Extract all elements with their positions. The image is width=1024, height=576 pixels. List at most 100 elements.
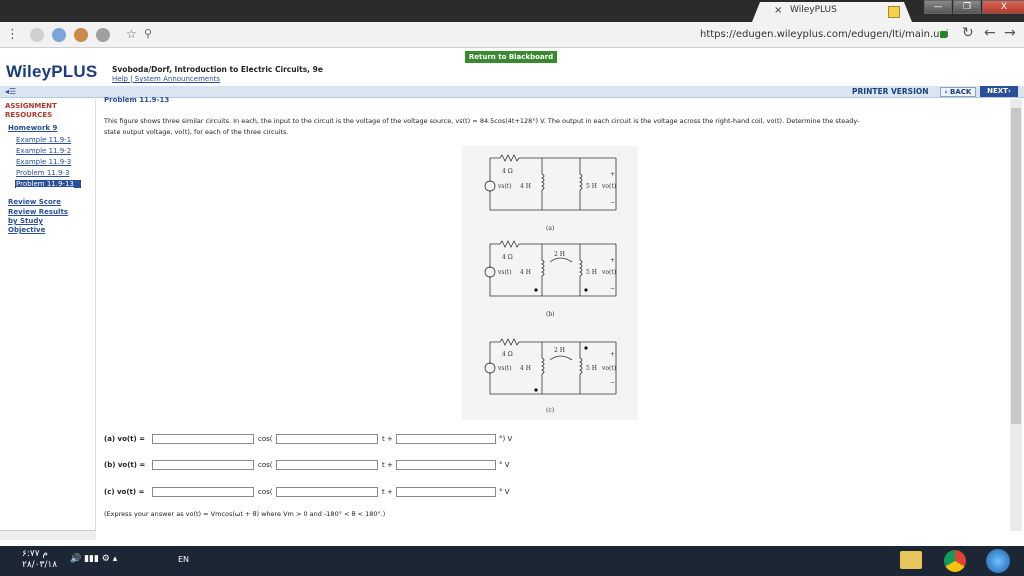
label-vo-c: vo(t)	[601, 365, 616, 372]
search-icon[interactable]: ⚲	[144, 27, 152, 40]
unit-text-a: °) V	[499, 435, 513, 443]
chrome-icon[interactable]	[944, 550, 966, 572]
sidebar-item-example-3[interactable]: Example 11.9-3	[16, 158, 71, 166]
dot-c-right	[584, 346, 588, 350]
bookmark-star-icon[interactable]: ☆	[126, 27, 137, 41]
problem-statement: This figure shows three similar circuits…	[104, 116, 998, 138]
phase-input-b[interactable]	[396, 460, 496, 470]
extension-icon-1[interactable]	[30, 28, 44, 42]
return-to-blackboard-button[interactable]: Return to Blackboard	[465, 51, 557, 63]
omega-input-a[interactable]	[276, 434, 378, 444]
next-button[interactable]: NEXT›	[980, 86, 1018, 97]
file-explorer-icon[interactable]	[900, 551, 922, 569]
close-window-button[interactable]: X	[982, 0, 1024, 14]
browser-titlebar: × WileyPLUS — ❐ X	[0, 0, 1024, 22]
amplitude-input-b[interactable]	[152, 460, 254, 470]
start-button-icon[interactable]	[986, 549, 1010, 573]
by-study-objective-link[interactable]: by Study Objective	[8, 217, 68, 235]
plus-b: +	[610, 257, 615, 264]
system-tray[interactable]: 🔊 ▮▮▮ ⚙ ▴	[70, 554, 117, 564]
label-4ohm-c: 4 Ω	[502, 351, 513, 358]
sidebar-horizontal-scrollbar[interactable]	[0, 530, 96, 540]
answer-label-c: (c) vo(t) =	[104, 488, 145, 496]
problem-text-line-1: This figure shows three similar circuits…	[104, 117, 860, 125]
dot-b-left	[534, 288, 538, 292]
label-4ohm-a: 4 Ω	[502, 168, 513, 175]
cos-text-b: cos(	[258, 461, 273, 469]
plus-c: +	[610, 351, 615, 358]
omega-input-b[interactable]	[276, 460, 378, 470]
coil-5h-b	[579, 244, 583, 296]
sidebar-item-problem-13[interactable]: Problem 11.9-13	[16, 180, 74, 188]
coil-4h-b	[541, 244, 545, 296]
answer-format-note: (Express your answer as vo(t) = Vmcos(ωt…	[104, 510, 386, 518]
sidebar-item-homework[interactable]: Homework 9	[8, 124, 57, 132]
source-c	[484, 362, 496, 374]
problem-title: Problem 11.9-13	[104, 96, 170, 104]
cos-text-c: cos(	[258, 488, 273, 496]
minus-c: −	[610, 379, 615, 386]
extension-icon[interactable]	[888, 6, 900, 18]
label-vs-b: vs(t)	[497, 269, 512, 276]
phase-input-a[interactable]	[396, 434, 496, 444]
help-links[interactable]: Help | System Announcements	[112, 75, 220, 83]
mutual-arrow-c	[549, 355, 573, 361]
tab-title[interactable]: WileyPLUS	[790, 5, 837, 15]
sidebar-item-example-2[interactable]: Example 11.9-2	[16, 147, 71, 155]
omega-input-c[interactable]	[276, 487, 378, 497]
label-5h-a: 5 H	[586, 183, 597, 190]
back-arrow-icon[interactable]: ←	[984, 25, 996, 41]
address-bar[interactable]: https://edugen.wileyplus.com/edugen/lti/…	[700, 29, 949, 40]
label-vs-c: vs(t)	[497, 365, 512, 372]
main-scrollbar-thumb[interactable]	[1011, 108, 1021, 424]
dot-b-right	[584, 288, 588, 292]
taskbar-clock[interactable]: ۶:۷۷ م ۲۸/۰۳/۱۸	[22, 549, 57, 571]
phase-input-c[interactable]	[396, 487, 496, 497]
amplitude-input-a[interactable]	[152, 434, 254, 444]
back-button[interactable]: ‹ BACK	[940, 87, 976, 97]
answer-label-a: (a) vo(t) =	[104, 435, 145, 443]
answer-row-c: (c) vo(t) = cos( t + ° V	[104, 487, 524, 499]
minimize-button[interactable]: —	[924, 0, 952, 14]
circuit-figure: 4 Ω 4 H 5 H vs(t) vo(t) + − (a) 4 Ω 2 H …	[462, 146, 638, 420]
browser-toolbar: ⋮ ☆ ⚲ https://edugen.wileyplus.com/eduge…	[0, 22, 1024, 48]
menu-icon[interactable]: ⋮	[6, 27, 19, 42]
windows-taskbar	[0, 546, 1024, 576]
review-results-link[interactable]: Review Results	[8, 208, 68, 216]
label-4h-c: 4 H	[520, 365, 531, 372]
label-vs-a: vs(t)	[497, 183, 512, 190]
extension-icon-4[interactable]	[96, 28, 110, 42]
unit-text-b: ° V	[499, 461, 510, 469]
t-plus-text-c: t +	[382, 488, 393, 496]
label-vo-b: vo(t)	[601, 269, 616, 276]
wileyplus-logo: WileyPLUS	[6, 62, 98, 81]
label-4h-b: 4 H	[520, 269, 531, 276]
book-title: Svoboda/Dorf, Introduction to Electric C…	[112, 65, 323, 74]
maximize-button[interactable]: ❐	[953, 0, 981, 14]
tab-close-icon[interactable]: ×	[774, 5, 782, 16]
t-plus-text-b: t +	[382, 461, 393, 469]
coil-4h-a	[541, 158, 545, 210]
printer-version-link[interactable]: PRINTER VERSION	[852, 87, 929, 96]
extension-icon-3[interactable]	[74, 28, 88, 42]
language-indicator[interactable]: EN	[178, 555, 189, 564]
label-2h-b: 2 H	[554, 251, 565, 258]
forward-arrow-icon[interactable]: →	[1004, 25, 1016, 41]
plus-a: +	[610, 171, 615, 178]
minus-a: −	[610, 199, 615, 206]
taskbar-time: ۶:۷۷ م	[22, 549, 48, 559]
coil-5h-a	[579, 158, 583, 210]
taskbar-date: ۲۸/۰۳/۱۸	[22, 560, 58, 570]
reload-icon[interactable]: ↻	[962, 25, 974, 41]
collapse-sidebar-icon[interactable]: ◂☰	[5, 87, 16, 96]
problem-text-line-2: state output voltage, vo(t), for each of…	[104, 128, 289, 136]
extension-icon-2[interactable]	[52, 28, 66, 42]
coil-5h-c	[579, 342, 583, 394]
sidebar-item-problem-3[interactable]: Problem 11.9-3	[16, 169, 69, 177]
review-score-link[interactable]: Review Score	[8, 198, 61, 206]
amplitude-input-c[interactable]	[152, 487, 254, 497]
caption-c: (c)	[546, 407, 554, 414]
lock-icon	[940, 31, 947, 38]
source-a	[484, 180, 496, 192]
sidebar-item-example-1[interactable]: Example 11.9-1	[16, 136, 71, 144]
